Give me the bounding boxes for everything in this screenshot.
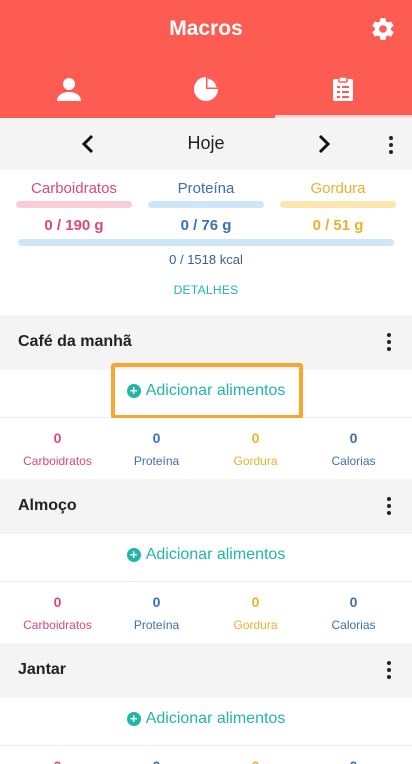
fat-value: 0 / 51 g — [312, 217, 364, 234]
plus-circle-icon: + — [126, 548, 141, 562]
stat-fat: 0 — [204, 758, 307, 764]
date-navigation: Hoje — [0, 118, 412, 170]
plus-circle-icon: + — [126, 712, 141, 726]
stat-carbs: 0 Carboidratos — [6, 430, 109, 468]
meal-stats-breakfast: 0 Carboidratos 0 Proteína 0 Gordura 0 Ca… — [0, 418, 412, 483]
meal-header-lunch: Almoço — [0, 479, 412, 534]
stat-protein: 0 — [105, 758, 208, 764]
stat-label: Calorias — [331, 454, 376, 468]
meal-header-dinner: Jantar — [0, 643, 412, 698]
pie-chart-icon — [193, 77, 218, 101]
stat-protein: 0 Proteína — [105, 430, 208, 468]
stat-value: 0 — [53, 430, 62, 446]
stat-label: Gordura — [233, 454, 278, 468]
more-options-icon[interactable] — [388, 136, 394, 156]
stat-value: 0 — [105, 758, 208, 764]
stat-fat: 0 Gordura — [204, 430, 307, 468]
stat-label: Proteína — [133, 618, 180, 632]
protein-summary: Proteína 0 / 76 g — [148, 180, 264, 234]
stat-calories: 0 — [302, 758, 405, 764]
protein-progress-bar — [148, 201, 264, 208]
stat-value: 0 — [251, 594, 260, 610]
carbs-label: Carboidratos — [31, 180, 117, 197]
add-food-label: Adicionar alimentos — [145, 546, 286, 563]
add-food-row: + Adicionar alimentos — [0, 534, 412, 582]
stat-label: Carboidratos — [23, 454, 92, 468]
tab-bar — [0, 60, 412, 118]
stat-fat: 0 Gordura — [204, 594, 307, 632]
protein-label: Proteína — [177, 180, 235, 197]
fat-label: Gordura — [310, 180, 366, 197]
kcal-value: 0 / 1518 kcal — [169, 252, 243, 267]
stat-protein: 0 Proteína — [105, 594, 208, 632]
clipboard-icon — [333, 76, 354, 101]
tab-chart[interactable] — [137, 60, 274, 118]
stat-carbs: 0 — [6, 758, 109, 764]
stat-value: 0 — [152, 594, 161, 610]
stat-value: 0 — [53, 594, 62, 610]
app-bar: Macros — [0, 0, 412, 118]
kcal-progress-bar — [18, 239, 394, 246]
tab-diary[interactable] — [274, 60, 412, 118]
more-options-icon[interactable] — [386, 497, 392, 517]
add-food-row: + Adicionar alimentos — [0, 698, 412, 746]
meal-title: Jantar — [18, 661, 67, 678]
stat-value: 0 — [349, 594, 358, 610]
carbs-summary: Carboidratos 0 / 190 g — [16, 180, 132, 234]
add-food-label: Adicionar alimentos — [145, 710, 286, 727]
stat-label: Carboidratos — [23, 618, 92, 632]
add-food-button[interactable]: + Adicionar alimentos — [0, 546, 412, 564]
meal-stats-dinner: 0 0 0 0 — [0, 746, 412, 764]
meal-header-breakfast: Café da manhã — [0, 315, 412, 370]
tab-profile[interactable] — [0, 60, 137, 118]
fat-progress-bar — [280, 201, 396, 208]
add-food-button[interactable]: + Adicionar alimentos — [0, 710, 412, 728]
stat-value: 0 — [349, 430, 358, 446]
protein-value: 0 / 76 g — [180, 217, 232, 234]
stat-label: Proteína — [133, 454, 180, 468]
chevron-right-icon[interactable] — [314, 132, 334, 156]
app-title: Macros — [169, 17, 243, 40]
fat-summary: Gordura 0 / 51 g — [280, 180, 396, 234]
stat-value: 0 — [302, 758, 405, 764]
meal-title: Café da manhã — [18, 333, 132, 350]
details-link[interactable]: DETALHES — [0, 283, 412, 297]
person-icon — [56, 78, 81, 101]
date-label: Hoje — [187, 133, 225, 153]
meal-title: Almoço — [18, 497, 77, 514]
stat-value: 0 — [152, 430, 161, 446]
stat-carbs: 0 Carboidratos — [6, 594, 109, 632]
daily-summary: Carboidratos 0 / 190 g Proteína 0 / 76 g… — [0, 170, 412, 315]
stat-calories: 0 Calorias — [302, 594, 405, 632]
stat-label: Calorias — [331, 618, 376, 632]
gear-icon[interactable] — [370, 16, 396, 42]
stat-value: 0 — [6, 758, 109, 764]
meal-stats-lunch: 0 Carboidratos 0 Proteína 0 Gordura 0 Ca… — [0, 582, 412, 647]
stat-value: 0 — [251, 430, 260, 446]
stat-value: 0 — [204, 758, 307, 764]
highlight-box — [111, 363, 303, 419]
more-options-icon[interactable] — [386, 333, 392, 353]
stat-calories: 0 Calorias — [302, 430, 405, 468]
stat-label: Gordura — [233, 618, 278, 632]
carbs-progress-bar — [16, 201, 132, 208]
more-options-icon[interactable] — [386, 661, 392, 681]
carbs-value: 0 / 190 g — [44, 217, 104, 234]
